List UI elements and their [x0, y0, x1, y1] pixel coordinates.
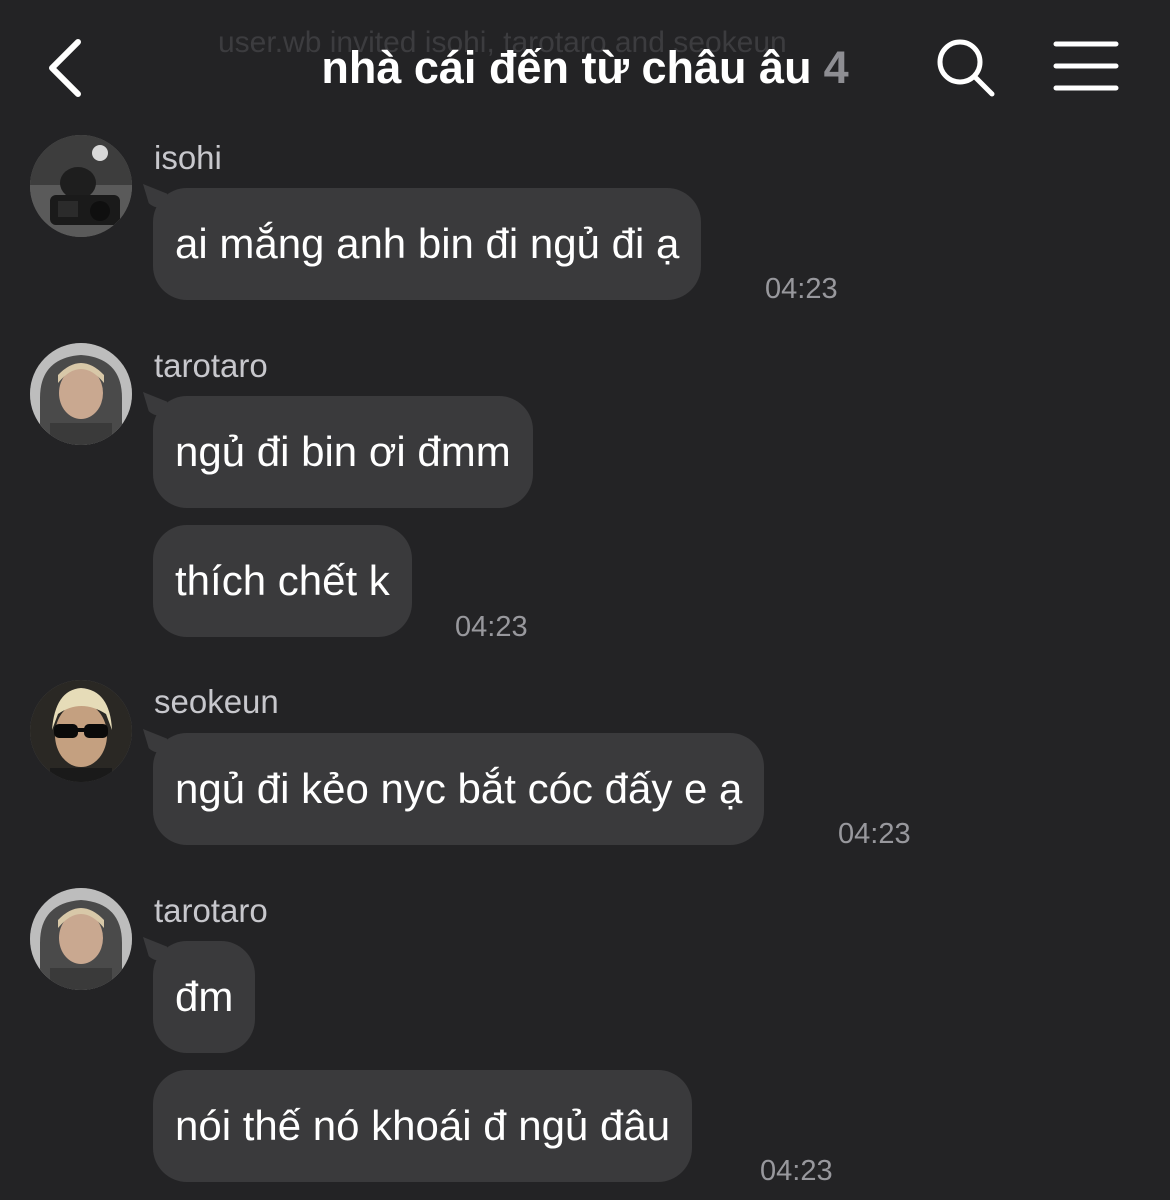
member-count: 4: [823, 42, 849, 93]
avatar-tarotaro[interactable]: [30, 888, 132, 990]
message-time: 04:23: [765, 273, 838, 305]
avatar-photo: [30, 680, 132, 782]
menu-button[interactable]: [1050, 36, 1122, 96]
chat-header: user.wb invited isohi, tarotaro and seok…: [0, 0, 1170, 125]
avatar-seokeun[interactable]: [30, 680, 132, 782]
sender-name: seokeun: [154, 683, 279, 720]
message-bubble[interactable]: ai mắng anh bin đi ngủ đi ạ: [153, 188, 702, 300]
avatar-photo: [30, 343, 132, 445]
group-name: nhà cái đến từ châu âu: [321, 42, 812, 93]
sender-name: tarotaro: [154, 892, 268, 929]
chevron-left-icon: [49, 39, 81, 97]
avatar-tarotaro[interactable]: [30, 343, 132, 445]
message-bubble[interactable]: đm: [153, 941, 256, 1053]
avatar-photo: [30, 135, 132, 237]
message-bubble[interactable]: nói thế nó khoái đ ngủ đâu: [153, 1070, 693, 1182]
search-button[interactable]: [932, 34, 998, 100]
chat-title[interactable]: nhà cái đến từ châu âu 4: [250, 40, 920, 96]
message-time: 04:23: [760, 1155, 833, 1187]
back-button[interactable]: [40, 36, 96, 100]
avatar-photo: [30, 888, 132, 990]
hamburger-menu-icon: [1053, 41, 1119, 91]
message-time: 04:23: [838, 818, 911, 850]
search-icon: [937, 39, 995, 97]
message-bubble[interactable]: thích chết k: [153, 525, 412, 637]
avatar-isohi[interactable]: [30, 135, 132, 237]
message-bubble[interactable]: ngủ đi kẻo nyc bắt cóc đấy e ạ: [153, 733, 765, 845]
message-time: 04:23: [455, 611, 528, 643]
message-bubble[interactable]: ngủ đi bin ơi đmm: [153, 396, 533, 508]
sender-name: tarotaro: [154, 347, 268, 384]
sender-name: isohi: [154, 139, 222, 176]
